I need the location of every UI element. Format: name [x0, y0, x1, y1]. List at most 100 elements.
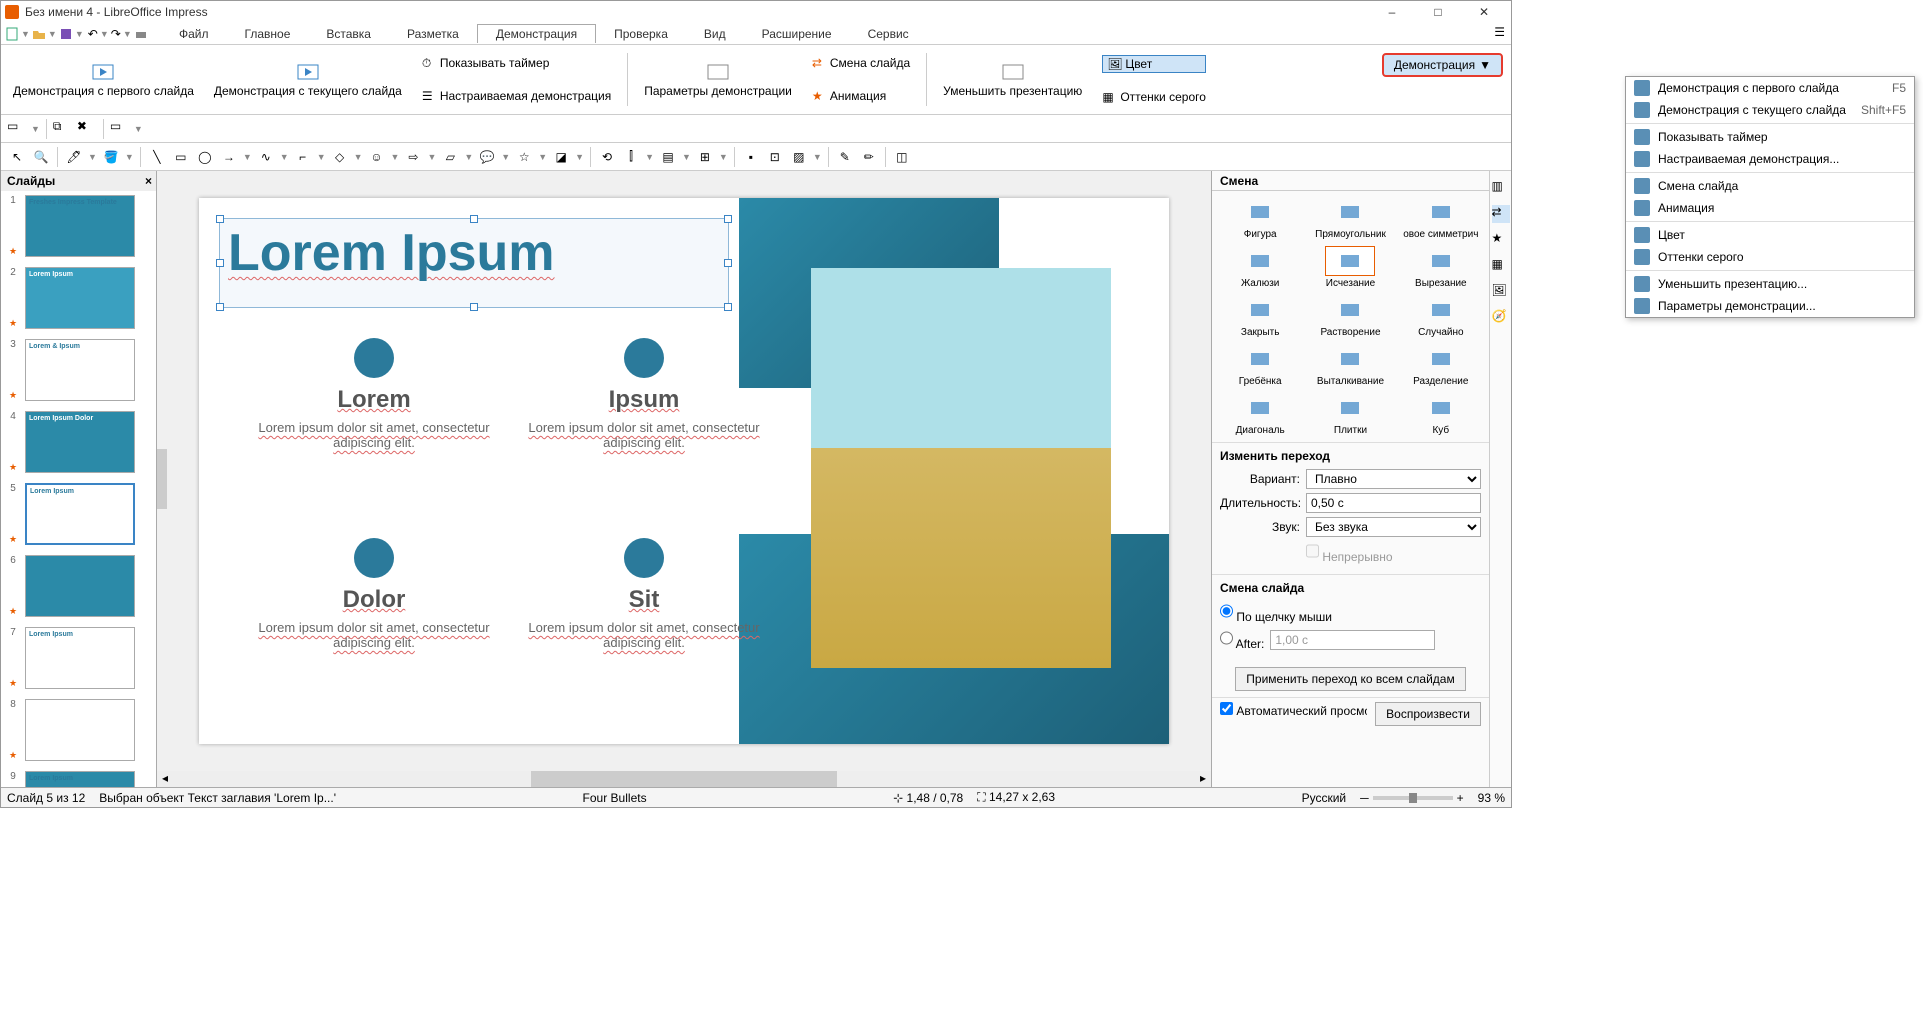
transition-item[interactable]: Жалюзи: [1216, 244, 1304, 291]
slide-thumbnail[interactable]: 3★Lorem & Ipsum: [5, 339, 152, 401]
line-color-icon[interactable]: 🖊: [64, 147, 84, 167]
minimize-button[interactable]: –: [1369, 1, 1415, 23]
slide-thumbnail[interactable]: 1★Freshes Impress Template: [5, 195, 152, 257]
dropdown-item[interactable]: Настраиваемая демонстрация...: [1626, 148, 1914, 170]
dropdown-item[interactable]: Оттенки серого: [1626, 246, 1914, 268]
save-icon[interactable]: [59, 27, 73, 41]
resize-handle[interactable]: [216, 215, 224, 223]
after-radio[interactable]: After:: [1220, 628, 1264, 651]
transition-item[interactable]: Вырезание: [1397, 244, 1485, 291]
menu-home[interactable]: Главное: [227, 25, 309, 43]
callout-icon[interactable]: 💬: [477, 147, 497, 167]
print-icon[interactable]: [134, 27, 148, 41]
redo-icon[interactable]: ↷: [111, 27, 121, 41]
slide-layout-icon[interactable]: ▭: [110, 119, 130, 139]
from-first-slide-button[interactable]: Демонстрация с первого слайда: [13, 62, 194, 98]
transition-item[interactable]: Закрыть: [1216, 293, 1304, 340]
custom-show-button[interactable]: ☰Настраиваемая демонстрация: [422, 89, 611, 103]
gallery-tab-icon[interactable]: 🖼: [1492, 283, 1510, 301]
slide-thumbnail[interactable]: 6★: [5, 555, 152, 617]
resize-handle[interactable]: [470, 303, 478, 311]
menu-layout[interactable]: Разметка: [389, 25, 477, 43]
menu-slideshow[interactable]: Демонстрация: [477, 24, 596, 43]
undo-icon[interactable]: ↶: [88, 27, 98, 41]
status-language[interactable]: Русский: [1302, 791, 1347, 805]
close-button[interactable]: ✕: [1461, 1, 1507, 23]
transition-item[interactable]: овое симметрич: [1397, 195, 1485, 242]
menu-tools[interactable]: Сервис: [850, 25, 927, 43]
slide-thumbnail[interactable]: 7★Lorem Ipsum: [5, 627, 152, 689]
flowchart-icon[interactable]: ▱: [440, 147, 460, 167]
slide-thumbnail[interactable]: 9★Lorem Ipsum: [5, 771, 152, 787]
toggle-extrusion-icon[interactable]: ◫: [892, 147, 912, 167]
grayscale-mode-button[interactable]: ▦Оттенки серого: [1102, 90, 1206, 104]
slideshow-dropdown-button[interactable]: Демонстрация▼: [1382, 53, 1503, 77]
slide-thumbnail[interactable]: 2★Lorem Ipsum: [5, 267, 152, 329]
apply-all-button[interactable]: Применить переход ко всем слайдам: [1235, 667, 1465, 691]
zoom-icon[interactable]: 🔍: [31, 147, 51, 167]
stars-icon[interactable]: ☆: [514, 147, 534, 167]
color-mode-button[interactable]: 🖼Цвет: [1102, 55, 1206, 73]
filter-icon[interactable]: ▨: [789, 147, 809, 167]
transition-item[interactable]: Прямоугольник: [1306, 195, 1394, 242]
distribute-icon[interactable]: ⊞: [695, 147, 715, 167]
dropdown-item[interactable]: Уменьшить презентацию...: [1626, 273, 1914, 295]
select-icon[interactable]: ↖: [7, 147, 27, 167]
sound-select[interactable]: Без звука: [1306, 517, 1481, 537]
panel-collapse-handle[interactable]: [157, 449, 167, 509]
new-icon[interactable]: [5, 27, 19, 41]
transition-item[interactable]: Диагональ: [1216, 391, 1304, 438]
animation-tab-icon[interactable]: ★: [1492, 231, 1510, 249]
rotate-icon[interactable]: ⟲: [597, 147, 617, 167]
autopreview-checkbox[interactable]: Автоматический просмотр: [1220, 702, 1367, 726]
dropdown-item[interactable]: Демонстрация с текущего слайдаShift+F5: [1626, 99, 1914, 121]
dropdown-item[interactable]: Смена слайда: [1626, 175, 1914, 197]
slides-list[interactable]: 1★Freshes Impress Template 2★Lorem Ipsum 3…: [1, 191, 156, 787]
onclick-radio[interactable]: По щелчку мыши: [1220, 601, 1332, 624]
dropdown-item[interactable]: Параметры демонстрации...: [1626, 295, 1914, 317]
minimize-presentation-button[interactable]: Уменьшить презентацию: [943, 62, 1082, 98]
gluepoints-icon[interactable]: ✎: [835, 147, 855, 167]
dropdown-item[interactable]: Анимация: [1626, 197, 1914, 219]
basic-shapes-icon[interactable]: ◇: [330, 147, 350, 167]
show-timer-button[interactable]: ⏱Показывать таймер: [422, 56, 611, 70]
hamburger-icon[interactable]: ☰: [1494, 25, 1505, 39]
crop-icon[interactable]: ⊡: [765, 147, 785, 167]
master-tab-icon[interactable]: ▦: [1492, 257, 1510, 275]
zoom-slider[interactable]: ─+: [1360, 791, 1464, 805]
slide-thumbnail[interactable]: 8★Lorem Ipsum: [5, 699, 152, 761]
transition-item[interactable]: Гребёнка: [1216, 342, 1304, 389]
dropdown-item[interactable]: Цвет: [1626, 224, 1914, 246]
align-icon[interactable]: ⫿: [621, 147, 641, 167]
h-scrollbar[interactable]: ◂ ▸: [157, 771, 1211, 787]
resize-handle[interactable]: [724, 303, 732, 311]
close-panel-icon[interactable]: ×: [145, 174, 152, 188]
block-arrows-icon[interactable]: ⇨: [403, 147, 423, 167]
after-input[interactable]: [1270, 630, 1435, 650]
arrow-icon[interactable]: →: [219, 147, 239, 167]
transition-item[interactable]: Фигура: [1216, 195, 1304, 242]
connector-icon[interactable]: ⌐: [293, 147, 313, 167]
shadow-icon[interactable]: ▪: [741, 147, 761, 167]
menu-extension[interactable]: Расширение: [744, 25, 850, 43]
delete-slide-icon[interactable]: ✖: [77, 119, 97, 139]
transition-item[interactable]: Плитки: [1306, 391, 1394, 438]
animation-button[interactable]: ★Анимация: [812, 89, 910, 103]
resize-handle[interactable]: [724, 259, 732, 267]
fill-color-icon[interactable]: 🪣: [101, 147, 121, 167]
line-icon[interactable]: ╲: [147, 147, 167, 167]
status-zoom[interactable]: 93 %: [1478, 791, 1505, 805]
canvas-scroll[interactable]: Lorem Ipsum Lorem Lorem ipsum dolor s: [157, 171, 1211, 771]
maximize-button[interactable]: □: [1415, 1, 1461, 23]
highlight-icon[interactable]: ✏: [859, 147, 879, 167]
duration-input[interactable]: [1306, 493, 1481, 513]
navigator-tab-icon[interactable]: 🧭: [1492, 309, 1510, 327]
dropdown-item[interactable]: Демонстрация с первого слайдаF5: [1626, 77, 1914, 99]
resize-handle[interactable]: [216, 303, 224, 311]
resize-handle[interactable]: [724, 215, 732, 223]
symbol-shapes-icon[interactable]: ☺: [367, 147, 387, 167]
transition-item[interactable]: Куб: [1397, 391, 1485, 438]
title-text-box[interactable]: Lorem Ipsum: [219, 218, 729, 308]
rect-icon[interactable]: ▭: [171, 147, 191, 167]
transition-item[interactable]: Исчезание: [1306, 244, 1394, 291]
